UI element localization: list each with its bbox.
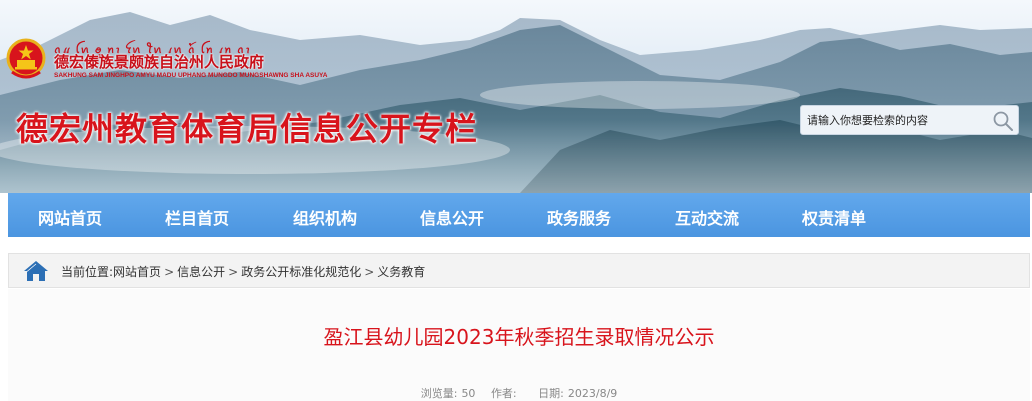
nav-item-column-home[interactable]: 栏目首页: [165, 205, 229, 229]
article: 盈江县幼儿园2023年秋季招生录取情况公示 浏览量: 50 作者: 日期: 2023…: [8, 289, 1030, 401]
search-input[interactable]: [807, 110, 987, 130]
breadcrumb: 当前位置:网站首页 > 信息公开 > 政务公开标准化规范化 > 义务教育: [8, 253, 1030, 288]
views-count: 50: [461, 387, 476, 400]
breadcrumb-separator: >: [228, 265, 239, 279]
views-label: 浏览量:: [420, 387, 458, 400]
breadcrumb-link-site-home[interactable]: 网站首页: [113, 265, 161, 279]
breadcrumb-separator: >: [164, 265, 175, 279]
gov-name: 德宏傣族景颇族自治州人民政府: [54, 53, 265, 71]
nav-item-site-home[interactable]: 网站首页: [38, 205, 102, 229]
nav-item-organization[interactable]: 组织机构: [293, 205, 357, 229]
search-icon[interactable]: [992, 110, 1014, 132]
breadcrumb-trail: 当前位置:网站首页 > 信息公开 > 政务公开标准化规范化 > 义务教育: [61, 263, 425, 280]
main-nav: 网站首页 栏目首页 组织机构 信息公开 政务服务 互动交流 权责清单: [8, 193, 1030, 237]
column-title: 德宏州教育体育局信息公开专栏: [16, 110, 479, 148]
nav-item-powers-list[interactable]: 权责清单: [802, 205, 866, 229]
gov-latin-name: SAKHUNG SAM JINGHPO AMYU MADU UPHANG MUN…: [54, 72, 328, 79]
national-emblem-icon: [6, 38, 46, 79]
header-banner: ꪒꪵ ꪶꪕ ꪮꪴ ꪀꪱ ꪼꪕ ꪻꪕ ꪹꪕ ꪒꪳ ꪶꪀ ꪹꪀ ꪒꪱ 德宏傣族景颇族…: [0, 0, 1032, 193]
article-meta: 浏览量: 50 作者: 日期: 2023/8/9: [8, 385, 1030, 401]
breadcrumb-link-standardization[interactable]: 政务公开标准化规范化: [241, 265, 361, 279]
date-label: 日期:: [538, 387, 564, 400]
home-icon: [24, 261, 48, 281]
breadcrumb-separator: >: [364, 265, 375, 279]
mountain-scenery: [0, 0, 1032, 193]
search-box: [800, 105, 1019, 135]
date-value: 2023/8/9: [567, 387, 618, 400]
nav-item-interaction[interactable]: 互动交流: [675, 205, 739, 229]
author-label: 作者:: [490, 387, 517, 400]
breadcrumb-link-compulsory-education[interactable]: 义务教育: [377, 265, 425, 279]
nav-item-info-disclosure[interactable]: 信息公开: [420, 205, 484, 229]
breadcrumb-link-info-disclosure[interactable]: 信息公开: [177, 265, 225, 279]
breadcrumb-prefix: 当前位置:: [61, 265, 114, 279]
article-title: 盈江县幼儿园2023年秋季招生录取情况公示: [323, 325, 715, 349]
nav-item-gov-services[interactable]: 政务服务: [547, 205, 611, 229]
